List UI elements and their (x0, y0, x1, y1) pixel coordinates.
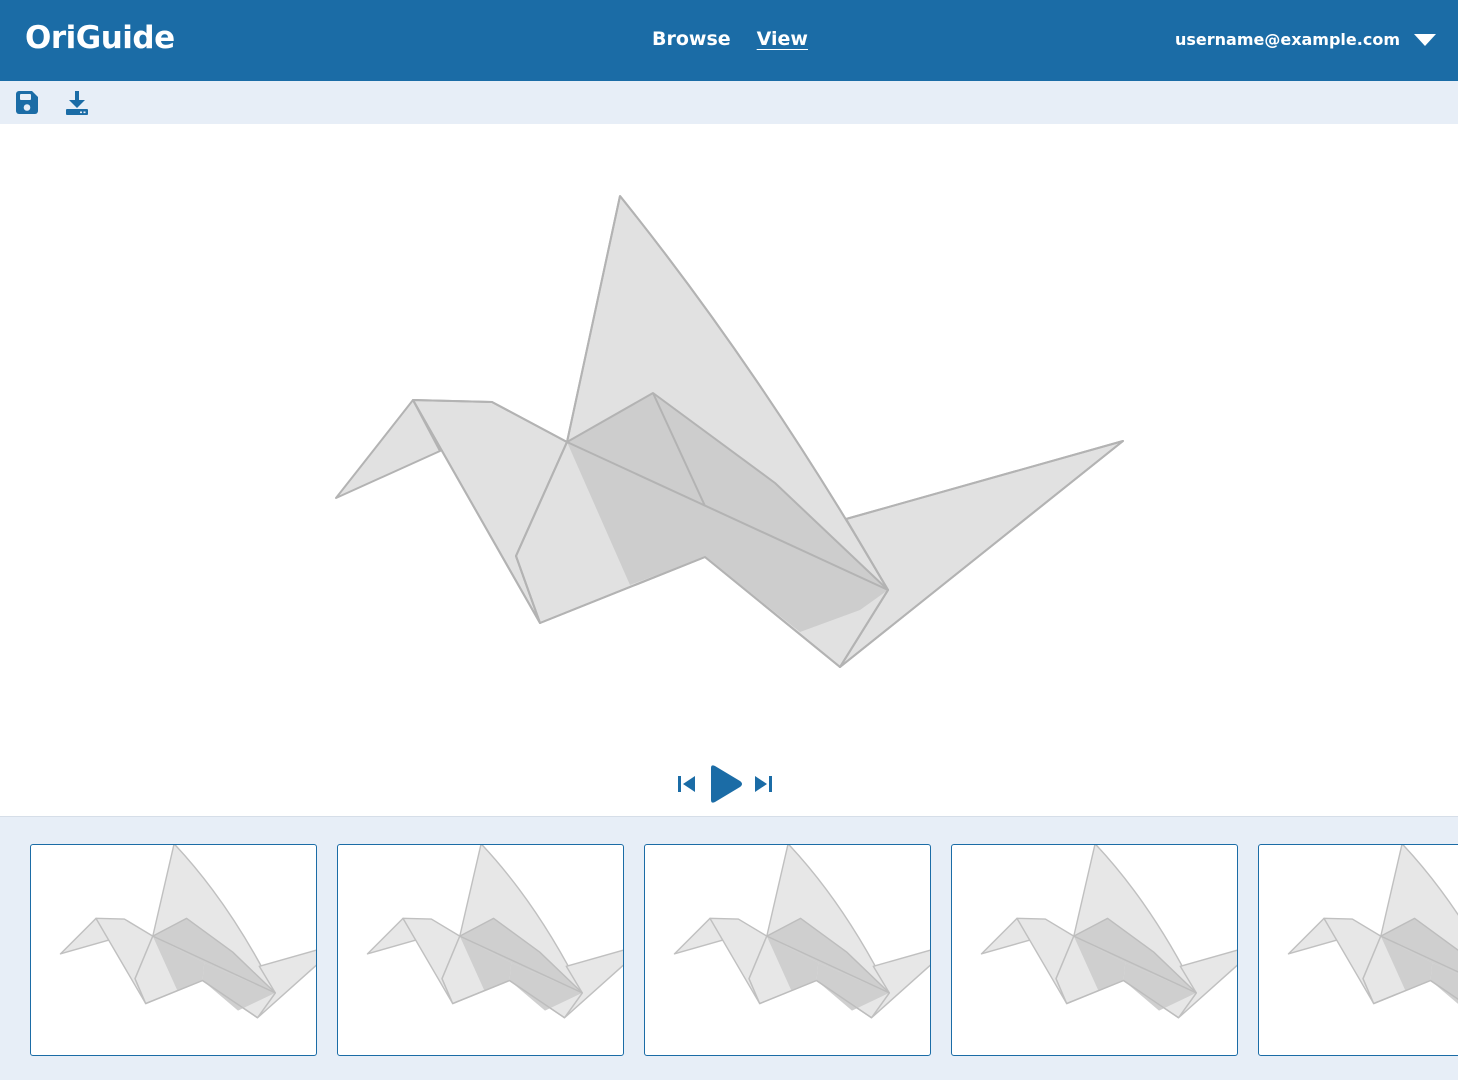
skip-to-end-icon[interactable] (752, 773, 774, 795)
crane-thumbnail-image (1287, 845, 1458, 1005)
model-viewer[interactable] (0, 124, 1458, 816)
crane-thumbnail-image (980, 845, 1237, 1019)
main-nav: Browse View (652, 28, 808, 50)
brand-logo[interactable]: OriGuide (25, 20, 175, 56)
chevron-down-icon[interactable] (1414, 33, 1436, 46)
user-menu[interactable]: username@example.com (1175, 30, 1436, 49)
step-thumbnail[interactable] (337, 844, 624, 1056)
step-thumbnail[interactable] (951, 844, 1238, 1056)
nav-browse[interactable]: Browse (652, 28, 731, 50)
top-bar: OriGuide Browse View username@example.co… (0, 0, 1458, 81)
download-button[interactable] (63, 89, 91, 117)
step-thumbnail[interactable] (644, 844, 931, 1056)
download-icon (66, 91, 88, 115)
nav-view[interactable]: View (757, 28, 808, 50)
steps-strip (0, 816, 1458, 1080)
step-thumbnail[interactable] (30, 844, 317, 1056)
crane-thumbnail-image (366, 845, 623, 1019)
toolbar (0, 81, 1458, 124)
crane-model (335, 195, 1124, 668)
user-email: username@example.com (1174, 30, 1400, 49)
playback-controls (676, 764, 774, 804)
skip-to-start-icon[interactable] (676, 773, 698, 795)
crane-thumbnail-image (673, 845, 930, 1019)
crane-thumbnail-image (59, 845, 316, 1019)
save-button[interactable] (13, 89, 41, 117)
step-thumbnail[interactable] (1258, 844, 1458, 1056)
save-icon (16, 91, 38, 114)
play-icon[interactable] (706, 764, 744, 804)
